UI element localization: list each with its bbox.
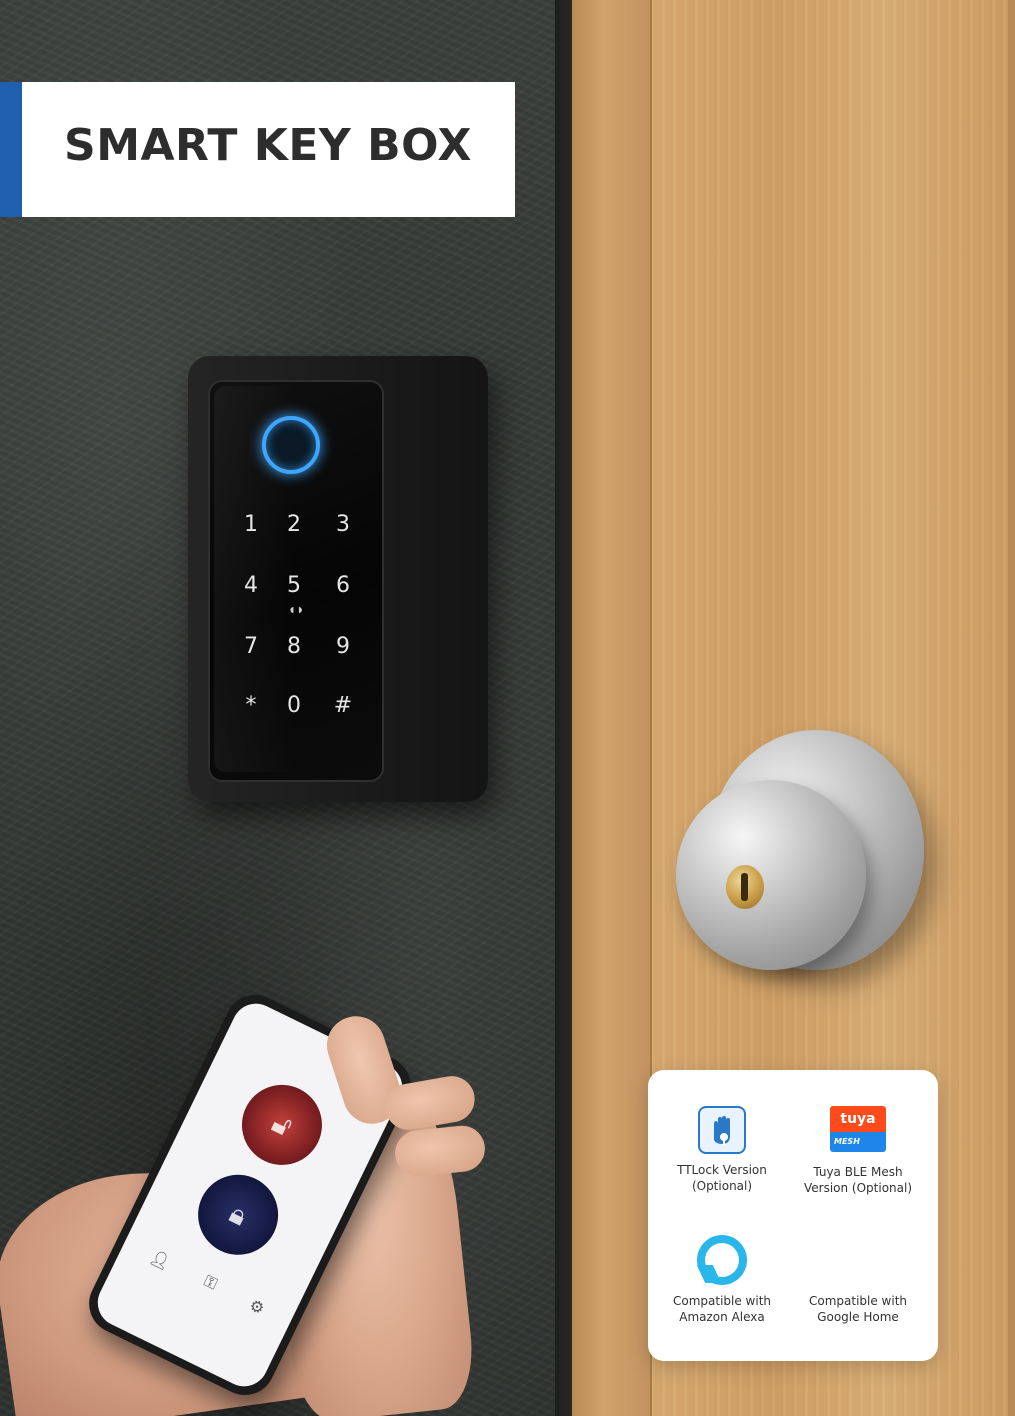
tuya-logo-text: tuya (830, 1106, 886, 1132)
feature-google-home-label: Compatible with Google Home (808, 1294, 908, 1324)
tuya-logo-subtext: MESH Version (830, 1132, 886, 1166)
feature-alexa-label: Compatible with Amazon Alexa (672, 1294, 772, 1324)
product-scene: SMART KEY BOX 1 2 3 4 5 6 ◖◗ 7 8 9 * 0 #… (0, 0, 1015, 1416)
feature-google-home: Compatible with Google Home (788, 1235, 928, 1325)
feature-ttlock: TTLock Version (Optional) (652, 1106, 792, 1194)
alexa-icon (696, 1235, 747, 1285)
feature-ttlock-label: TTLock Version (Optional) (677, 1163, 767, 1193)
keypad-key-0: 0 (287, 693, 301, 718)
lock-open-icon: 🔓︎ (267, 1106, 298, 1143)
door-frame (572, 0, 652, 1416)
title-accent-bar (0, 82, 22, 217)
keypad-key-4: 4 (244, 573, 258, 598)
ttlock-icon (698, 1106, 746, 1154)
page-title: SMART KEY BOX (64, 120, 472, 171)
keypad-key-9: 9 (336, 634, 350, 659)
keypad-key-2: 2 (287, 512, 301, 537)
settings-icon: ⚙︎ (246, 1296, 267, 1319)
keyhole-slot (741, 873, 748, 901)
keypad-key-star: * (245, 693, 257, 718)
title-banner: SMART KEY BOX (0, 82, 515, 217)
keypad-key-hash: # (333, 693, 353, 718)
unlock-button: 🔓︎ (228, 1071, 336, 1179)
features-card: TTLock Version (Optional) tuya MESH Vers… (648, 1070, 938, 1361)
door-edge (1008, 0, 1015, 1416)
keypad-key-3: 3 (336, 512, 350, 537)
fingerprint-sensor-icon (262, 416, 320, 474)
feature-alexa: Compatible with Amazon Alexa (652, 1235, 792, 1325)
lock-icon: 🔒︎ (224, 1197, 252, 1232)
keypad-key-6: 6 (336, 573, 350, 598)
nfc-card-icon: ◖◗ (287, 601, 305, 617)
tuya-mesh-icon: tuya MESH Version (830, 1106, 886, 1166)
keypad-key-7: 7 (244, 634, 258, 659)
user-icon: 👤︎ (146, 1248, 173, 1273)
feature-tuya: tuya MESH Version Tuya BLE Mesh Version … (788, 1106, 928, 1196)
google-home-icon (788, 1235, 928, 1285)
lock-button: 🔒︎ (184, 1161, 292, 1269)
key-icon: ⚿ (201, 1272, 220, 1294)
door-knob (676, 780, 866, 970)
keypad-key-1: 1 (244, 512, 258, 537)
keypad-key-8: 8 (287, 634, 301, 659)
